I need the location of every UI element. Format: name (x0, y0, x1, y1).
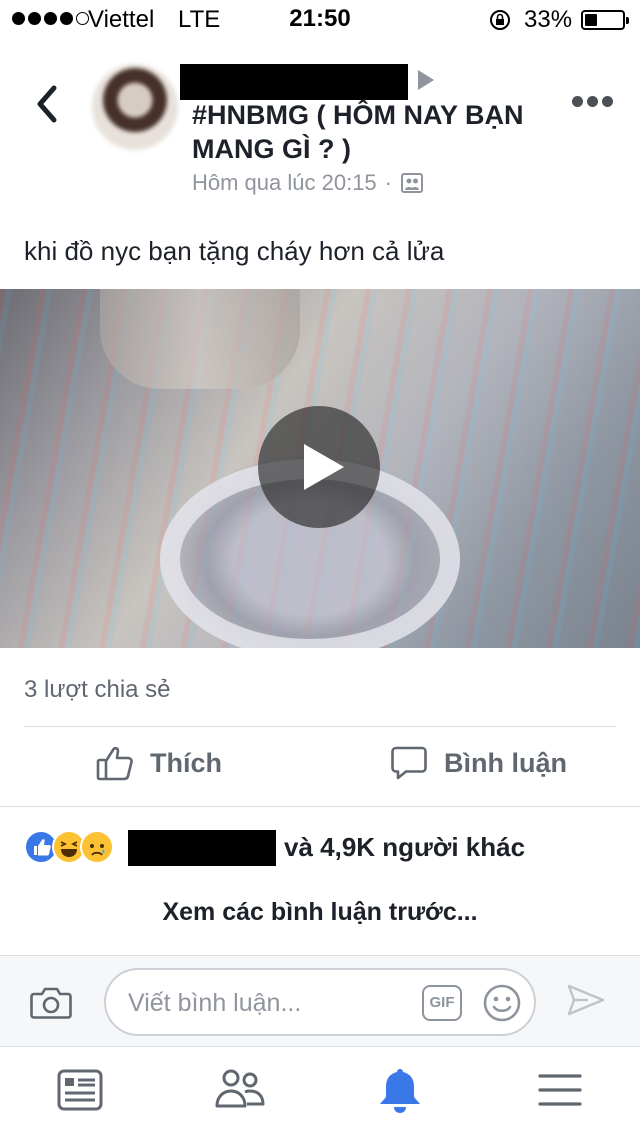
camera-icon[interactable] (30, 986, 72, 1020)
back-chevron-icon[interactable] (30, 82, 64, 126)
comment-input-wrapper: GIF (104, 968, 536, 1036)
play-button[interactable] (258, 406, 380, 528)
play-icon (304, 444, 344, 490)
post-timestamp[interactable]: Hôm qua lúc 20:15 (192, 170, 377, 196)
group-photo-icon (401, 173, 423, 193)
friends-icon[interactable] (214, 1066, 266, 1114)
posted-in-arrow-icon (418, 70, 434, 90)
send-icon[interactable] (566, 982, 606, 1018)
comment-label: Bình luận (444, 747, 567, 778)
sticker-smile-icon[interactable] (482, 983, 522, 1023)
author-avatar[interactable] (92, 64, 178, 150)
comment-input[interactable] (128, 984, 408, 1022)
video-player[interactable] (0, 289, 640, 648)
battery-percent: 33% (524, 6, 573, 33)
comment-bubble-icon (391, 746, 427, 780)
post-text: khi đồ nyc bạn tặng cháy hơn cả lửa (24, 236, 445, 266)
reaction-icons[interactable] (24, 830, 114, 864)
group-name-link[interactable]: #HNBMG ( HÔM NAY BẠN MANG GÌ ? ) (192, 98, 562, 166)
news-feed-icon[interactable] (56, 1066, 104, 1114)
menu-icon[interactable] (538, 1066, 582, 1114)
thumbs-up-icon (96, 746, 133, 781)
view-previous-comments-link[interactable]: Xem các bình luận trước... (0, 898, 640, 927)
redacted-author-name (180, 64, 408, 100)
gif-button[interactable]: GIF (422, 985, 462, 1021)
meta-separator: · (384, 170, 392, 195)
comment-composer: GIF (0, 955, 640, 1047)
sad-reaction-icon (80, 830, 114, 864)
share-count[interactable]: 3 lượt chia sẻ (24, 676, 171, 704)
divider (0, 806, 640, 807)
battery-icon (581, 10, 629, 30)
like-button[interactable]: Thích (96, 744, 222, 782)
divider (24, 726, 616, 727)
like-label: Thích (150, 747, 222, 778)
reaction-summary[interactable]: và 4,9K người khác (284, 832, 525, 863)
redacted-reactor-name (128, 830, 276, 866)
status-bar: Viettel LTE 21:50 33% (0, 0, 640, 40)
post-meta: Hôm qua lúc 20:15 · (192, 170, 424, 196)
comment-button[interactable]: Bình luận (390, 744, 567, 782)
rotation-lock-icon (490, 10, 510, 30)
more-options-icon[interactable] (572, 96, 613, 107)
bottom-tab-bar (0, 1048, 640, 1136)
notifications-icon[interactable] (376, 1066, 424, 1116)
